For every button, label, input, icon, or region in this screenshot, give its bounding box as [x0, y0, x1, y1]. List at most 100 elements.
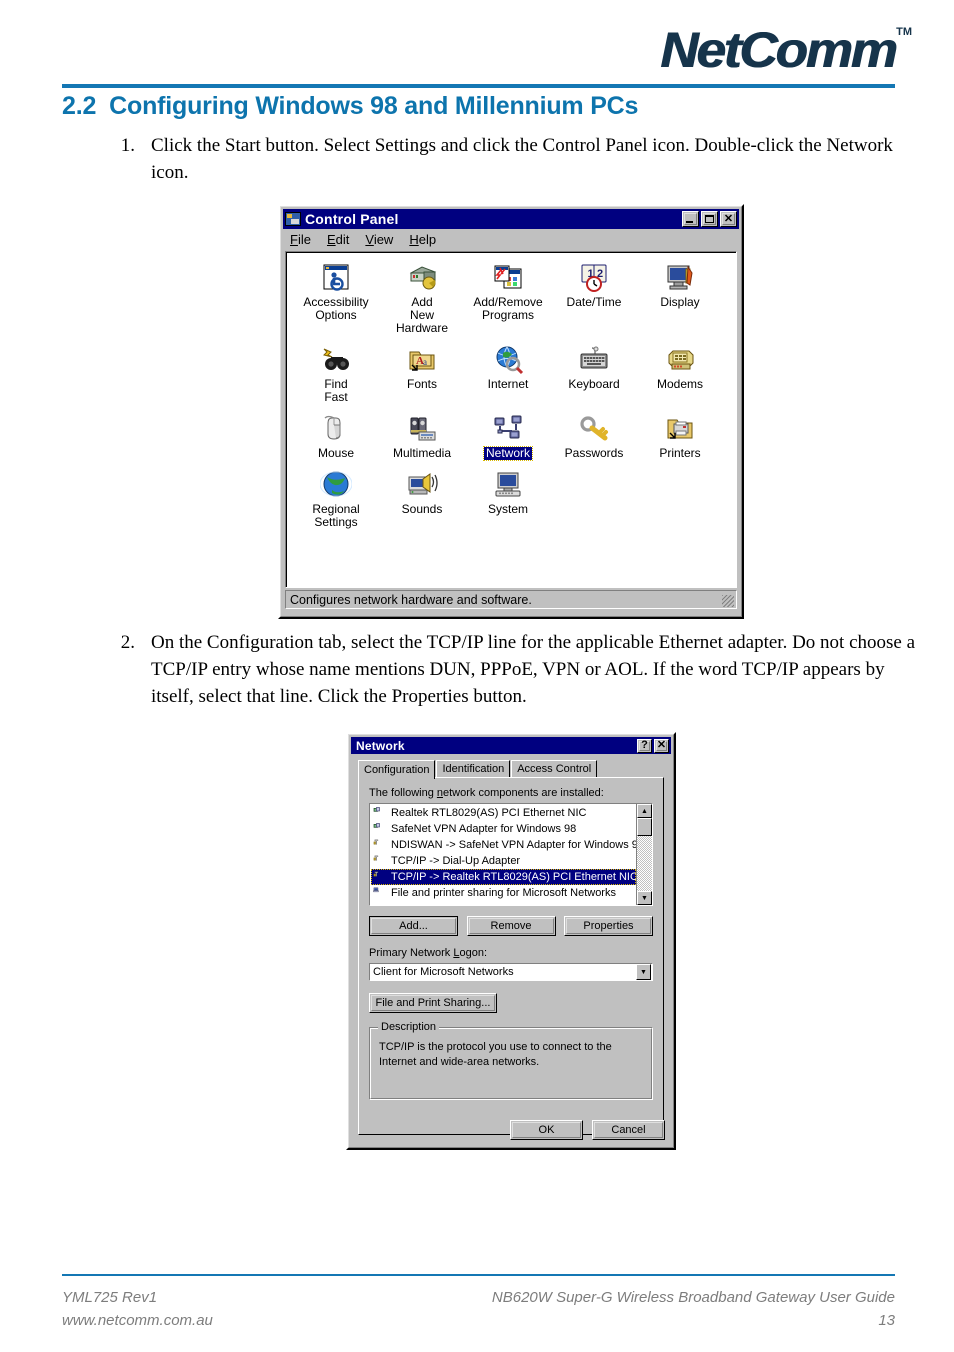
scroll-up-icon[interactable]: ▲	[637, 804, 652, 818]
control-panel-item-passwords[interactable]: Passwords	[551, 412, 637, 460]
network-component-row[interactable]: File and printer sharing for Microsoft N…	[371, 885, 636, 901]
control-panel-item-label: Sounds	[401, 501, 443, 516]
properties-button[interactable]: Properties	[564, 916, 653, 936]
network-dialog-titlebar[interactable]: Network ? ✕	[351, 737, 671, 754]
menu-help[interactable]: Help	[409, 232, 436, 247]
control-panel-item-system[interactable]: System	[465, 468, 551, 529]
scrollbar-track[interactable]	[637, 836, 652, 891]
network-dialog-window[interactable]: Network ? ✕ Configuration Identification A…	[346, 732, 676, 1150]
tab-configuration[interactable]: Configuration	[358, 760, 436, 779]
help-icon[interactable]: ?	[637, 738, 652, 753]
control-panel-item-sounds[interactable]: Sounds	[379, 468, 465, 529]
control-panel-item-network[interactable]: Network	[465, 412, 551, 461]
resize-grip[interactable]	[722, 595, 734, 607]
control-panel-item-internet[interactable]: Internet	[465, 343, 551, 404]
scroll-down-icon[interactable]: ▼	[637, 891, 652, 905]
control-panel-item-display[interactable]: Display	[637, 261, 723, 335]
scrollbar-thumb[interactable]	[637, 818, 652, 836]
menu-edit[interactable]: Edit	[327, 232, 349, 247]
ok-button-label: OK	[538, 1124, 555, 1136]
network-component-row[interactable]: TCP/IP -> Dial-Up Adapter	[371, 853, 636, 869]
network-component-row[interactable]: TCP/IP -> Realtek RTL8029(AS) PCI Ethern…	[371, 869, 636, 885]
control-panel-item-label: Date/Time	[566, 295, 622, 309]
menu-view[interactable]: View	[365, 232, 393, 247]
footer-guide-title: NB620W Super-G Wireless Broadband Gatewa…	[491, 1289, 895, 1306]
control-panel-item-label: Fonts	[406, 376, 437, 391]
header-rule	[62, 84, 895, 88]
cancel-button[interactable]: Cancel	[592, 1120, 665, 1140]
step-2-number: 2.	[120, 632, 135, 653]
tab-access-control[interactable]: Access Control	[511, 760, 598, 777]
maximize-button[interactable]	[701, 211, 718, 227]
regional-settings-icon	[319, 468, 353, 500]
listbox-scrollbar[interactable]: ▲ ▼	[636, 804, 652, 905]
control-panel-item-fonts[interactable]: Aa Fonts	[379, 343, 465, 404]
menu-file[interactable]: File	[290, 232, 311, 247]
control-panel-item-regional-settings[interactable]: Regional Settings	[293, 468, 379, 529]
control-panel-item-printers[interactable]: Printers	[637, 412, 723, 460]
sounds-icon	[406, 468, 438, 500]
file-and-print-sharing-button[interactable]: File and Print Sharing...	[369, 993, 497, 1013]
network-component-label: Realtek RTL8029(AS) PCI Ethernet NIC	[391, 807, 587, 819]
step-1-text: Click the Start button. Select Settings …	[151, 135, 893, 183]
system-icon	[492, 468, 524, 500]
control-panel-item-multimedia[interactable]: Multimedia	[379, 412, 465, 460]
adapter-icon	[373, 822, 387, 836]
step-2-text: On the Configuration tab, select the TCP…	[151, 632, 916, 707]
page-footer: YML725 Rev1 NB620W Super-G Wireless Broa…	[62, 1286, 895, 1333]
control-panel-item-add-new-hardware[interactable]: Add New Hardware	[379, 261, 465, 335]
network-component-row[interactable]: SafeNet VPN Adapter for Windows 98	[371, 821, 636, 837]
control-panel-item-label: Add/Remove Programs	[473, 295, 543, 322]
tab-identification[interactable]: Identification	[436, 760, 511, 777]
add-remove-programs-icon	[492, 261, 524, 293]
network-component-row[interactable]: Realtek RTL8029(AS) PCI Ethernet NIC	[371, 805, 636, 821]
add-button[interactable]: Add...	[369, 916, 458, 936]
remove-button[interactable]: Remove	[466, 916, 556, 936]
network-component-row[interactable]: NDISWAN -> SafeNet VPN Adapter for Windo…	[371, 837, 636, 853]
footer-website: www.netcomm.com.au	[62, 1312, 213, 1330]
component-action-buttons: Add... Remove Properties	[369, 916, 653, 936]
control-panel-client: Accessibility Options Add New Hardware Add/Re…	[285, 251, 737, 588]
control-panel-item-label: Multimedia	[392, 445, 452, 460]
network-component-label: NDISWAN -> SafeNet VPN Adapter for Windo…	[391, 839, 636, 851]
network-components-listbox[interactable]: Realtek RTL8029(AS) PCI Ethernet NIC Safe…	[369, 803, 653, 906]
service-icon	[373, 887, 387, 900]
control-panel-app-icon	[285, 212, 301, 226]
primary-logon-combobox[interactable]: Client for Microsoft Networks ▼	[369, 963, 653, 981]
control-panel-item-label: Passwords	[564, 445, 624, 460]
protocol-icon	[373, 839, 387, 852]
control-panel-menubar[interactable]: File Edit View Help	[283, 229, 739, 250]
close-icon[interactable]: ✕	[720, 211, 737, 227]
multimedia-icon	[406, 412, 438, 444]
fonts-icon: Aa	[406, 343, 438, 375]
description-text: TCP/IP is the protocol you use to connec…	[379, 1041, 612, 1068]
control-panel-titlebar[interactable]: Control Panel ✕	[283, 209, 739, 229]
control-panel-item-label: Find Fast	[324, 376, 348, 404]
network-component-label: SafeNet VPN Adapter for Windows 98	[391, 823, 577, 835]
add-button-label: Add...	[399, 920, 428, 932]
control-panel-item-mouse[interactable]: Mouse	[293, 412, 379, 460]
network-dialog-title: Network	[356, 738, 405, 753]
control-panel-item-keyboard[interactable]: Keyboard	[551, 343, 637, 404]
modems-icon	[664, 343, 696, 375]
control-panel-item-add-remove-programs[interactable]: Add/Remove Programs	[465, 261, 551, 335]
primary-logon-label: Primary Network Logon:	[369, 947, 487, 959]
control-panel-item-modems[interactable]: Modems	[637, 343, 723, 404]
control-panel-item-accessibility-options[interactable]: Accessibility Options	[293, 261, 379, 335]
network-component-label: File and printer sharing for Microsoft N…	[391, 887, 616, 899]
find-fast-icon	[320, 343, 352, 375]
control-panel-item-date-time[interactable]: 1 2 Date/Time	[551, 261, 637, 335]
primary-logon-value: Client for Microsoft Networks	[373, 966, 514, 978]
network-dialog-tabstrip[interactable]: Configuration Identification Access Contro…	[358, 760, 671, 779]
adapter-icon	[373, 806, 387, 820]
ok-button[interactable]: OK	[510, 1120, 583, 1140]
control-panel-item-label: Regional Settings	[312, 501, 360, 529]
close-icon[interactable]: ✕	[654, 738, 669, 753]
svg-text:a: a	[423, 357, 427, 367]
trademark-symbol: TM	[896, 26, 912, 38]
mouse-icon	[320, 412, 352, 444]
control-panel-item-find-fast[interactable]: Find Fast	[293, 343, 379, 404]
minimize-button[interactable]	[682, 211, 699, 227]
chevron-down-icon[interactable]: ▼	[636, 964, 651, 980]
control-panel-window[interactable]: Control Panel ✕ File Edit View Help Acce…	[278, 204, 744, 619]
